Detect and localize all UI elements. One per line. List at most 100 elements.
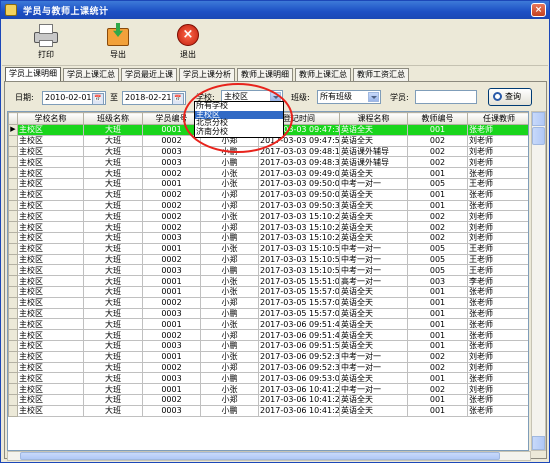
table-cell[interactable]: 刘老师 <box>467 361 528 374</box>
table-cell[interactable]: 大班 <box>83 329 143 341</box>
table-cell[interactable]: 2017-03-05 15:57:00 <box>258 307 340 320</box>
table-cell[interactable]: 张老师 <box>467 285 528 298</box>
table-cell[interactable]: 2017-03-03 15:10:27 <box>258 210 340 223</box>
table-cell[interactable]: 张老师 <box>467 296 528 309</box>
table-cell[interactable]: 英语全天 <box>339 285 408 298</box>
table-cell[interactable]: 主校区 <box>17 350 84 363</box>
table-cell[interactable]: 主校区 <box>17 242 84 255</box>
table-cell[interactable]: 2017-03-03 15:10:58 <box>258 242 340 255</box>
table-cell[interactable]: 主校区 <box>17 307 84 320</box>
table-cell[interactable]: 005 <box>407 264 468 277</box>
tab-student-detail[interactable]: 学员上课明细 <box>5 67 61 81</box>
table-cell[interactable]: 大班 <box>83 231 143 244</box>
table-cell[interactable]: 小鹏 <box>200 307 259 320</box>
table-cell[interactable]: 0002 <box>142 253 201 266</box>
table-cell[interactable]: 002 <box>407 145 468 158</box>
row-indicator[interactable] <box>8 318 18 331</box>
table-cell[interactable]: 2017-03-03 09:48:36 <box>258 156 340 169</box>
table-cell[interactable]: 主校区 <box>17 275 84 287</box>
table-cell[interactable]: 小鹏 <box>200 404 259 417</box>
data-grid[interactable]: 学校名称班级名称学员编号学员姓名登记时间课程名称教师编号任课教师 ▶主校区大班0… <box>7 111 529 451</box>
row-indicator[interactable] <box>8 231 18 244</box>
row-indicator[interactable] <box>8 253 18 266</box>
table-row[interactable]: 主校区 大班 0001 小张 2017-03-06 09:52:30 中考一对一 002 刘老… <box>8 350 528 363</box>
tab-teacher-summary[interactable]: 教师上课汇总 <box>295 68 351 81</box>
table-cell[interactable]: 0002 <box>142 296 201 309</box>
table-cell[interactable]: 2017-03-03 09:49:00 <box>258 167 340 179</box>
table-cell[interactable]: 0002 <box>142 210 201 223</box>
table-cell[interactable]: 大班 <box>83 177 143 190</box>
table-cell[interactable]: 大班 <box>83 296 143 309</box>
table-cell[interactable]: 主校区 <box>17 221 84 233</box>
table-cell[interactable]: 中考一对一 <box>339 242 408 255</box>
table-cell[interactable]: 刘老师 <box>467 231 528 244</box>
row-indicator[interactable] <box>8 350 18 363</box>
table-cell[interactable]: 小张 <box>200 285 259 298</box>
table-cell[interactable]: 张老师 <box>467 393 528 406</box>
export-button[interactable]: 导出 <box>98 23 138 63</box>
table-cell[interactable]: 0002 <box>142 329 201 341</box>
table-row[interactable]: 主校区 大班 0003 小鹏 2017-03-06 09:51:53 英语全天 001 张老师 <box>8 339 528 352</box>
table-cell[interactable]: 001 <box>407 296 468 309</box>
table-cell[interactable]: 英语全天 <box>339 199 408 212</box>
table-cell[interactable]: 0002 <box>142 188 201 201</box>
table-cell[interactable]: 2017-03-03 09:50:00 <box>258 177 340 190</box>
table-cell[interactable]: 0003 <box>142 404 201 417</box>
table-cell[interactable]: 主校区 <box>17 372 84 385</box>
table-cell[interactable]: 0001 <box>142 177 201 190</box>
table-cell[interactable]: 主校区 <box>17 361 84 374</box>
table-cell[interactable]: 英语全天 <box>339 167 408 179</box>
column-header[interactable]: 任课教师 <box>467 112 528 125</box>
table-cell[interactable]: 英语全天 <box>339 318 408 331</box>
table-cell[interactable]: 2017-03-06 09:53:06 <box>258 372 340 385</box>
table-cell[interactable]: 主校区 <box>17 156 84 169</box>
table-cell[interactable]: 小郑 <box>200 329 259 341</box>
table-row[interactable]: 主校区 大班 0002 小郑 2017-03-03 09:50:36 英语全天 001 张老师 <box>8 199 528 212</box>
table-cell[interactable]: 2017-03-06 09:51:40 <box>258 318 340 331</box>
table-cell[interactable]: 英语全天 <box>339 329 408 341</box>
table-cell[interactable]: 大班 <box>83 199 143 212</box>
row-indicator[interactable] <box>8 156 18 169</box>
table-cell[interactable]: 英语课外辅导 <box>339 156 408 169</box>
table-cell[interactable]: 2017-03-06 09:51:53 <box>258 339 340 352</box>
table-cell[interactable]: 小张 <box>200 383 259 395</box>
table-cell[interactable]: 002 <box>407 156 468 169</box>
table-cell[interactable]: 大班 <box>83 134 143 147</box>
table-cell[interactable]: 张老师 <box>467 339 528 352</box>
table-cell[interactable]: 王老师 <box>467 264 528 277</box>
table-cell[interactable]: 张老师 <box>467 124 528 136</box>
table-cell[interactable]: 001 <box>407 124 468 136</box>
table-cell[interactable]: 2017-03-06 10:41:22 <box>258 404 340 417</box>
table-cell[interactable]: 大班 <box>83 253 143 266</box>
table-cell[interactable]: 001 <box>407 167 468 179</box>
table-cell[interactable]: 大班 <box>83 264 143 277</box>
table-cell[interactable]: 2017-03-03 09:50:36 <box>258 199 340 212</box>
table-row[interactable]: 主校区 大班 0002 小郑 2017-03-03 15:10:27 英语全天 002 刘老师 <box>8 221 528 233</box>
table-cell[interactable]: 张老师 <box>467 199 528 212</box>
table-cell[interactable]: 主校区 <box>17 285 84 298</box>
table-cell[interactable]: 张老师 <box>467 404 528 417</box>
table-cell[interactable]: 主校区 <box>17 329 84 341</box>
table-row[interactable]: 主校区 大班 0002 小郑 2017-03-03 09:50:08 英语全天 001 张老师 <box>8 188 528 201</box>
tab-student-recent[interactable]: 学员最近上课 <box>121 68 177 81</box>
table-cell[interactable]: 0002 <box>142 221 201 233</box>
scroll-thumb[interactable] <box>532 127 545 145</box>
table-cell[interactable]: 大班 <box>83 361 143 374</box>
table-row[interactable]: 主校区 大班 0001 小张 2017-03-06 09:51:40 英语全天 001 张老师 <box>8 318 528 331</box>
table-cell[interactable]: 刘老师 <box>467 383 528 395</box>
table-cell[interactable]: 小郑 <box>200 199 259 212</box>
table-cell[interactable]: 英语全天 <box>339 393 408 406</box>
table-cell[interactable]: 003 <box>407 275 468 287</box>
row-indicator[interactable] <box>8 383 18 395</box>
student-input[interactable] <box>415 90 477 104</box>
table-cell[interactable]: 001 <box>407 393 468 406</box>
table-cell[interactable]: 小张 <box>200 242 259 255</box>
table-cell[interactable]: 0001 <box>142 318 201 331</box>
scroll-thumb[interactable] <box>20 452 500 460</box>
class-select[interactable]: 所有班级 <box>317 90 381 104</box>
table-cell[interactable]: 小鹏 <box>200 156 259 169</box>
table-cell[interactable]: 001 <box>407 339 468 352</box>
row-indicator[interactable] <box>8 275 18 287</box>
table-cell[interactable]: 0002 <box>142 167 201 179</box>
table-cell[interactable]: 英语全天 <box>339 231 408 244</box>
